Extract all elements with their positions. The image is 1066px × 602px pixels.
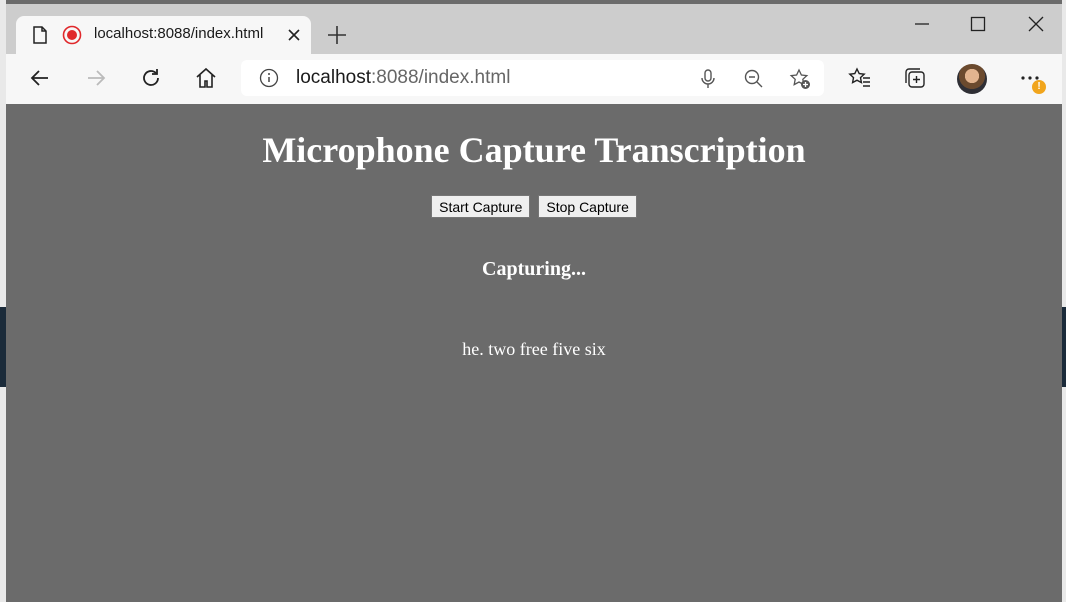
zoom-out-icon[interactable] — [743, 68, 765, 90]
tab-title: localhost:8088/index.html — [94, 25, 264, 42]
start-capture-button[interactable]: Start Capture — [431, 195, 531, 218]
url-text[interactable]: localhost:8088/index.html — [296, 67, 510, 89]
add-favorite-icon[interactable] — [789, 68, 811, 90]
tab-bar: localhost:8088/index.html — [6, 4, 1062, 54]
close-icon[interactable] — [286, 27, 302, 43]
recording-icon — [62, 25, 82, 45]
capture-controls: Start Capture Stop Capture — [6, 195, 1062, 218]
browser-toolbar: localhost:8088/index.html ! — [6, 54, 1062, 105]
collections-icon[interactable] — [903, 66, 927, 90]
capture-status: Capturing... — [482, 258, 586, 280]
info-icon[interactable] — [259, 68, 279, 88]
close-window-icon[interactable] — [1026, 14, 1046, 34]
page-content: Microphone Capture Transcription Start C… — [6, 104, 1062, 602]
alert-badge: ! — [1032, 80, 1046, 94]
active-tab[interactable]: localhost:8088/index.html — [16, 16, 311, 54]
forward-icon — [88, 70, 106, 86]
address-bar[interactable]: localhost:8088/index.html — [241, 60, 824, 96]
minimize-icon[interactable] — [912, 14, 932, 34]
profile-avatar[interactable] — [957, 64, 987, 94]
home-icon[interactable] — [194, 66, 218, 90]
favorites-icon[interactable] — [848, 66, 872, 90]
stop-capture-button[interactable]: Stop Capture — [538, 195, 637, 218]
background-window-edge — [1062, 0, 1066, 602]
page-title: Microphone Capture Transcription — [262, 130, 806, 170]
transcription-text: he. two free five six — [462, 339, 606, 359]
microphone-icon[interactable] — [697, 68, 719, 90]
maximize-icon[interactable] — [968, 14, 988, 34]
back-icon[interactable] — [28, 66, 52, 90]
page-icon — [33, 26, 47, 44]
new-tab-icon[interactable] — [326, 24, 348, 46]
refresh-icon[interactable] — [139, 66, 163, 90]
browser-window: localhost:8088/index.html localhost:8088… — [0, 0, 1066, 602]
